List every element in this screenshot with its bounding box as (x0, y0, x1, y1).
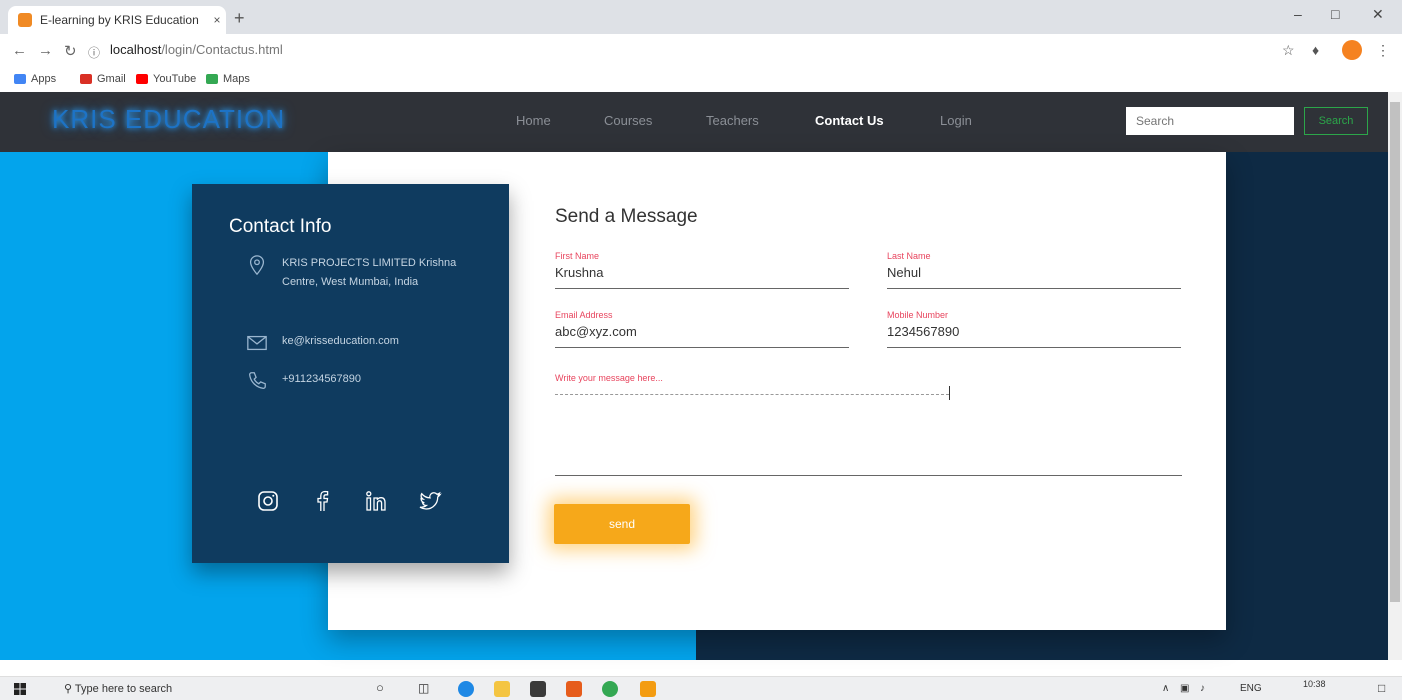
search-input[interactable] (1126, 107, 1294, 135)
maximize-icon[interactable]: □ (1331, 6, 1339, 22)
window-close-icon[interactable]: ✕ (1372, 6, 1384, 23)
maps-icon (206, 74, 218, 84)
message-spellcheck-line (555, 394, 949, 395)
gmail-icon (80, 74, 92, 84)
email-field[interactable]: Email Address abc@xyz.com (555, 310, 849, 348)
file-explorer-icon[interactable] (494, 681, 510, 697)
extensions-icon[interactable]: ♦ (1312, 42, 1319, 58)
message-textarea[interactable]: Write your message here... (555, 368, 1182, 476)
address-text: KRIS PROJECTS LIMITED Krishna Centre, We… (282, 257, 457, 288)
close-tab-icon[interactable]: × (208, 13, 226, 27)
last-name-field[interactable]: Last Name Nehul (887, 251, 1181, 289)
youtube-icon (136, 74, 148, 84)
site-header: KRIS EDUCATION Home Courses Teachers Con… (0, 92, 1388, 152)
phone-row: +911234567890 (246, 370, 361, 392)
profile-avatar[interactable] (1342, 40, 1362, 60)
last-name-underline (887, 288, 1181, 289)
address-bar-row: ← → ↻ ⓘ localhost/login/Contactus.html ☆… (0, 34, 1402, 69)
linkedin-icon[interactable] (364, 489, 388, 513)
send-button[interactable]: send (554, 504, 690, 544)
first-name-underline (555, 288, 849, 289)
minimize-icon[interactable]: – (1294, 6, 1302, 22)
mail-icon (247, 335, 267, 351)
nav-home[interactable]: Home (516, 113, 551, 128)
message-placeholder: Write your message here... (555, 373, 663, 383)
form-title: Send a Message (555, 206, 698, 227)
bookmark-apps[interactable]: Apps (14, 73, 56, 85)
bookmark-gmail[interactable]: Gmail (80, 73, 126, 85)
reload-icon[interactable]: ↻ (64, 42, 77, 60)
site-logo[interactable]: KRIS EDUCATION (52, 104, 285, 135)
email-text[interactable]: ke@krisseducation.com (282, 332, 399, 351)
task-view-icon[interactable]: ◫ (418, 681, 429, 695)
back-icon[interactable]: ← (12, 42, 27, 59)
nav-courses[interactable]: Courses (604, 113, 652, 128)
volume-icon[interactable]: ♪ (1200, 683, 1205, 694)
chrome-icon[interactable] (602, 681, 618, 697)
phone-icon (249, 372, 266, 389)
facebook-icon[interactable] (310, 489, 334, 513)
menu-icon[interactable]: ⋮ (1376, 42, 1390, 59)
last-name-input[interactable]: Nehul (887, 263, 1181, 283)
cortana-icon[interactable]: ○ (376, 680, 384, 695)
contact-info-title: Contact Info (229, 216, 332, 237)
tab-title: E-learning by KRIS Education (40, 13, 199, 27)
url-field[interactable]: localhost/login/Contactus.html (110, 42, 283, 57)
bookmark-youtube[interactable]: YouTube (136, 73, 196, 85)
search-button[interactable]: Search (1304, 107, 1368, 135)
page-scrollbar[interactable] (1388, 92, 1402, 660)
browser-tab-bar: E-learning by KRIS Education × + – □ ✕ (0, 0, 1402, 34)
location-pin-icon (249, 255, 265, 276)
bookmark-star-icon[interactable]: ☆ (1282, 42, 1295, 59)
message-underline (555, 475, 1182, 476)
mobile-field[interactable]: Mobile Number 1234567890 (887, 310, 1181, 348)
mobile-label: Mobile Number (887, 310, 949, 320)
edge-icon[interactable] (458, 681, 474, 697)
twitter-icon[interactable] (418, 489, 442, 513)
first-name-field[interactable]: First Name Krushna (555, 251, 849, 289)
email-row: ke@krisseducation.com (246, 332, 399, 354)
network-icon[interactable]: ▣ (1180, 683, 1189, 694)
windows-start-icon[interactable] (14, 683, 26, 695)
favicon-icon (18, 13, 32, 27)
notifications-icon[interactable]: □ (1378, 681, 1385, 695)
clock-time[interactable]: 10:38 (1303, 679, 1326, 689)
contact-info-panel: Contact Info KRIS PROJECTS LIMITED Krish… (192, 184, 509, 563)
nav-login[interactable]: Login (940, 113, 972, 128)
office-icon[interactable] (566, 681, 582, 697)
bookmarks-bar: Apps Gmail YouTube Maps (0, 68, 1402, 92)
first-name-label: First Name (555, 251, 600, 261)
new-tab-button[interactable]: + (234, 8, 245, 28)
email-underline (555, 347, 849, 348)
mobile-input[interactable]: 1234567890 (887, 322, 1181, 342)
scrollbar-thumb[interactable] (1390, 102, 1400, 602)
instagram-icon[interactable] (256, 489, 280, 513)
search-icon: ⚲ (64, 683, 73, 695)
windows-taskbar: ⚲ Type here to search ○ ◫ ∧ ▣ ♪ ENG 10:3… (0, 676, 1402, 700)
nav-contact-us[interactable]: Contact Us (815, 113, 884, 128)
bookmark-maps[interactable]: Maps (206, 73, 250, 85)
nav-teachers[interactable]: Teachers (706, 113, 759, 128)
first-name-input[interactable]: Krushna (555, 263, 849, 283)
address-row: KRIS PROJECTS LIMITED Krishna Centre, We… (246, 254, 462, 292)
url-host: localhost (110, 42, 162, 57)
mobile-underline (887, 347, 1181, 348)
language-indicator[interactable]: ENG (1240, 683, 1262, 694)
browser-tab[interactable]: E-learning by KRIS Education × (8, 6, 226, 34)
url-path: /login/Contactus.html (161, 42, 283, 57)
taskbar-search-input[interactable]: ⚲ Type here to search (64, 682, 172, 695)
tray-chevron-icon[interactable]: ∧ (1162, 683, 1169, 694)
phone-text[interactable]: +911234567890 (282, 370, 361, 389)
text-caret (949, 386, 950, 400)
info-icon[interactable]: ⓘ (88, 44, 100, 61)
store-icon[interactable] (530, 681, 546, 697)
apps-icon (14, 74, 26, 84)
last-name-label: Last Name (887, 251, 931, 261)
sublime-icon[interactable] (640, 681, 656, 697)
forward-icon[interactable]: → (38, 42, 53, 59)
email-input[interactable]: abc@xyz.com (555, 322, 849, 342)
email-label: Email Address (555, 310, 613, 320)
